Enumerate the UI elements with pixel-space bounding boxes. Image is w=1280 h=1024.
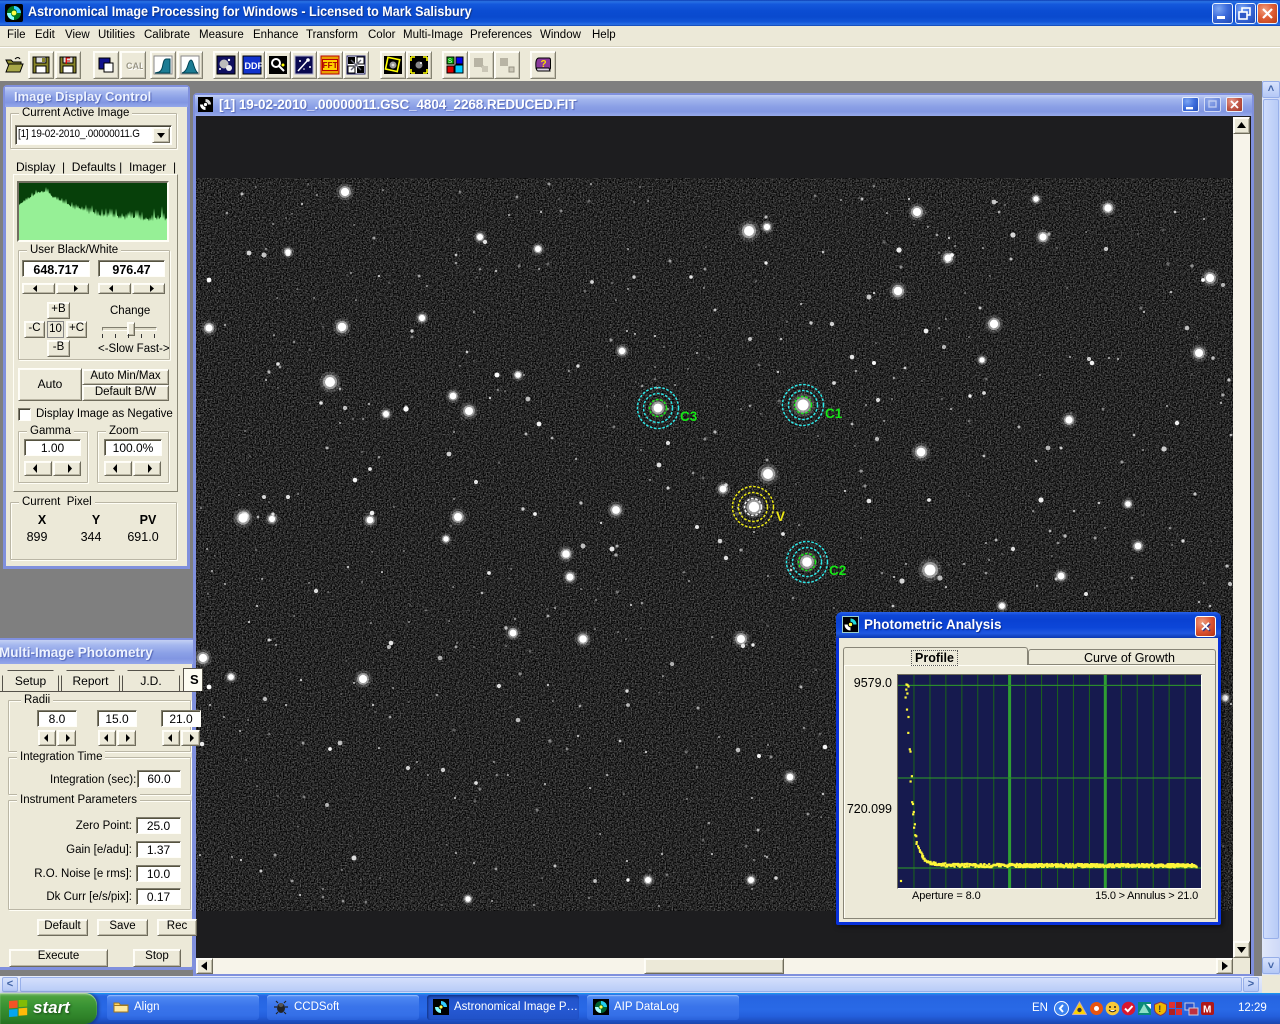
svg-text:FFT: FFT (323, 61, 338, 70)
svg-text:F: F (65, 56, 71, 66)
svg-text:V: V (776, 509, 785, 524)
svg-text:C2: C2 (829, 563, 846, 578)
svg-text:M: M (1203, 1005, 1211, 1016)
svg-text:?: ? (541, 59, 547, 70)
svg-text:C3: C3 (680, 409, 698, 424)
svg-text:DDP: DDP (245, 61, 263, 71)
svg-text:S: S (448, 59, 452, 65)
svg-text:!: ! (1158, 1004, 1161, 1014)
svg-text:CAL: CAL (126, 61, 143, 71)
svg-text:C1: C1 (825, 406, 843, 421)
